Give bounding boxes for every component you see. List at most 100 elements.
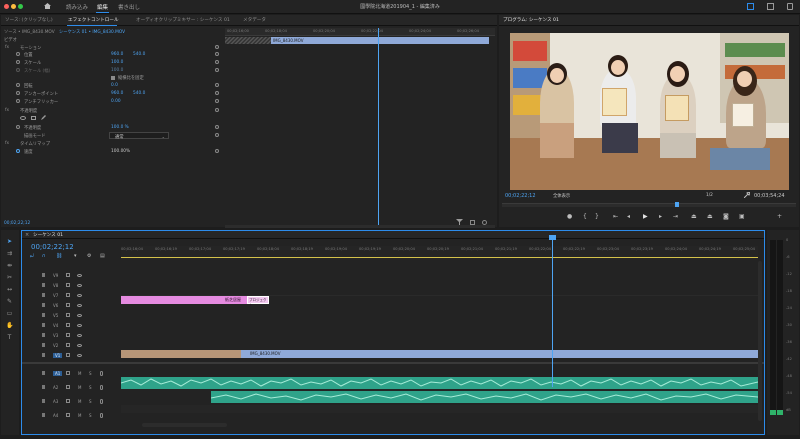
video-track-header[interactable]: V8 bbox=[22, 281, 121, 290]
tab-sequence[interactable]: シーケンス 01 bbox=[33, 232, 63, 238]
rectangle-tool-icon[interactable]: ▭ bbox=[6, 310, 13, 317]
stopwatch-icon[interactable] bbox=[16, 149, 20, 153]
lock-icon[interactable] bbox=[42, 313, 45, 317]
add-button-icon[interactable]: + bbox=[777, 213, 782, 220]
reset-icon[interactable] bbox=[215, 45, 219, 49]
stopwatch-icon[interactable] bbox=[16, 125, 20, 129]
pen-mask-icon[interactable] bbox=[41, 115, 46, 120]
eye-icon[interactable] bbox=[77, 334, 82, 337]
workspace-export[interactable]: 書き出し bbox=[118, 3, 140, 11]
program-scrub-bar[interactable] bbox=[502, 203, 796, 207]
microphone-icon[interactable] bbox=[100, 371, 103, 376]
reset-icon[interactable] bbox=[215, 108, 219, 112]
reset-icon[interactable] bbox=[215, 149, 219, 153]
audio-track-header[interactable]: A2 M S bbox=[22, 381, 121, 394]
audio-track-header[interactable]: A3 M S bbox=[22, 395, 121, 408]
selection-tool-icon[interactable]: ➤ bbox=[6, 238, 13, 245]
solo-button[interactable]: S bbox=[89, 371, 92, 376]
opacity-value[interactable]: 100.0 % bbox=[111, 125, 129, 130]
microphone-icon[interactable] bbox=[100, 413, 103, 418]
reset-icon[interactable] bbox=[215, 83, 219, 87]
nest-icon[interactable]: ⤾ bbox=[30, 253, 34, 259]
stopwatch-icon[interactable] bbox=[16, 52, 20, 56]
sync-lock-icon[interactable] bbox=[66, 353, 70, 357]
type-tool-icon[interactable]: T bbox=[6, 334, 13, 341]
clip-path-source[interactable]: ソース • IMG_8430.MOV bbox=[4, 29, 55, 35]
title-clip-selected[interactable]: プロジェクト bbox=[247, 296, 269, 307]
workspace-import[interactable]: 読み込み bbox=[66, 3, 88, 11]
v1-clip[interactable]: IMG_8430.MOV bbox=[241, 350, 758, 358]
ripple-edit-tool-icon[interactable]: ⇹ bbox=[6, 262, 13, 269]
sync-lock-icon[interactable] bbox=[66, 371, 70, 375]
eye-icon[interactable] bbox=[77, 294, 82, 297]
reset-icon[interactable] bbox=[215, 52, 219, 56]
lock-icon[interactable] bbox=[42, 293, 45, 297]
audio-track-a3-empty[interactable] bbox=[121, 405, 758, 413]
extract-icon[interactable]: ⏏ bbox=[707, 213, 713, 220]
tab-program-monitor[interactable]: プログラム: シーケンス 01 bbox=[503, 17, 559, 23]
eye-icon[interactable] bbox=[77, 284, 82, 287]
sync-lock-icon[interactable] bbox=[66, 303, 70, 307]
snap-icon[interactable] bbox=[482, 220, 487, 225]
slip-tool-icon[interactable]: ↔ bbox=[6, 286, 13, 293]
v1-clip-prev[interactable] bbox=[121, 350, 241, 358]
video-track-header[interactable]: V9 bbox=[22, 271, 121, 280]
lock-icon[interactable] bbox=[42, 353, 45, 357]
timeline-ruler[interactable]: 00;02;16;04 00;02;16;19 00;02;17;04 00;02;1… bbox=[121, 246, 758, 260]
mute-button[interactable]: M bbox=[78, 413, 81, 418]
lock-icon[interactable] bbox=[42, 371, 45, 375]
go-to-out-icon[interactable]: ⇥ bbox=[673, 213, 678, 220]
fit-select[interactable]: 全体表示 bbox=[553, 193, 570, 199]
anchor-x-value[interactable]: 960.0 bbox=[111, 91, 123, 96]
captions-icon[interactable]: ▤ bbox=[100, 253, 105, 259]
zoom-window-button[interactable] bbox=[18, 4, 23, 9]
video-track-header[interactable]: V7 bbox=[22, 291, 121, 300]
track-select-tool-icon[interactable]: ⇉ bbox=[6, 250, 13, 257]
video-frame[interactable] bbox=[510, 33, 789, 190]
tab-metadata[interactable]: メタデータ bbox=[243, 17, 266, 23]
microphone-icon[interactable] bbox=[100, 385, 103, 390]
timeline-scrollbar[interactable] bbox=[142, 423, 227, 427]
mini-scrollbar[interactable] bbox=[225, 225, 495, 228]
lock-icon[interactable] bbox=[42, 273, 45, 277]
eye-icon[interactable] bbox=[77, 324, 82, 327]
scale-width-value[interactable]: 100.0 bbox=[111, 68, 123, 73]
audio-track-header[interactable]: A1 M S bbox=[22, 367, 121, 380]
workspace-edit[interactable]: 編集 bbox=[97, 3, 108, 11]
work-area-bar[interactable] bbox=[121, 257, 758, 258]
mute-button[interactable]: M bbox=[78, 399, 81, 404]
sync-lock-icon[interactable] bbox=[66, 313, 70, 317]
video-track-header[interactable]: V5 bbox=[22, 311, 121, 320]
lock-icon[interactable] bbox=[42, 333, 45, 337]
resolution-select[interactable]: 1/2 bbox=[706, 193, 713, 198]
antiflicker-value[interactable]: 0.00 bbox=[111, 99, 121, 104]
program-timecode[interactable]: 00;02;22;12 bbox=[505, 193, 536, 199]
video-track-header[interactable]: V3 bbox=[22, 331, 121, 340]
solo-button[interactable]: S bbox=[89, 399, 92, 404]
marker-icon[interactable]: ● bbox=[567, 213, 572, 220]
reset-icon[interactable] bbox=[215, 60, 219, 64]
mark-in-icon[interactable]: { bbox=[583, 213, 587, 220]
sync-lock-icon[interactable] bbox=[66, 399, 70, 403]
reset-icon[interactable] bbox=[215, 133, 219, 137]
export-frame-icon[interactable] bbox=[470, 220, 475, 225]
video-track-header[interactable]: V6 bbox=[22, 301, 121, 310]
sync-lock-icon[interactable] bbox=[66, 333, 70, 337]
stopwatch-icon[interactable] bbox=[16, 83, 20, 87]
opacity-section-label[interactable]: 不透明度 bbox=[20, 108, 37, 114]
lock-icon[interactable] bbox=[42, 303, 45, 307]
blend-mode-select[interactable]: 通常 ⌄ bbox=[109, 132, 169, 140]
position-y-value[interactable]: 540.0 bbox=[133, 52, 145, 57]
reset-icon[interactable] bbox=[215, 91, 219, 95]
filter-icon[interactable] bbox=[456, 219, 463, 225]
playhead-line[interactable] bbox=[378, 28, 379, 226]
eye-icon[interactable] bbox=[77, 354, 82, 357]
hand-tool-icon[interactable]: ✋ bbox=[6, 322, 13, 329]
close-window-button[interactable] bbox=[4, 4, 9, 9]
tab-effect-controls[interactable]: エフェクトコントロール bbox=[68, 17, 119, 23]
sync-lock-icon[interactable] bbox=[66, 283, 70, 287]
share-icon[interactable] bbox=[787, 3, 793, 10]
sync-lock-icon[interactable] bbox=[66, 293, 70, 297]
eye-icon[interactable] bbox=[77, 304, 82, 307]
video-track-header[interactable]: V2 bbox=[22, 341, 121, 350]
